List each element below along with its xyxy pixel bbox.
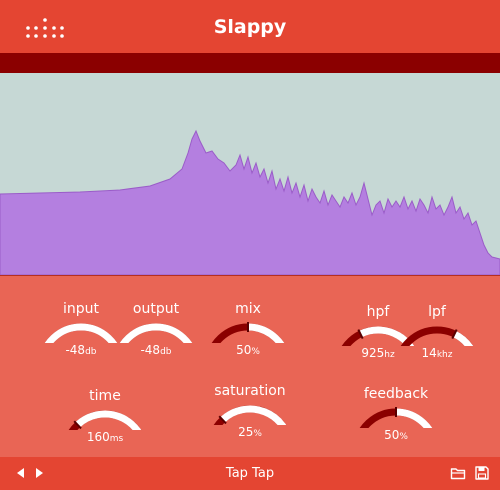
saturation-knob-value: 25%	[238, 425, 262, 439]
knob-fill	[44, 323, 118, 343]
time-knob-arc[interactable]	[65, 406, 145, 430]
mix-knob[interactable]: mix 50%	[205, 301, 291, 361]
preset-bar: Tap Tap	[0, 457, 500, 490]
spectrum-analyzer	[0, 73, 500, 276]
lpf-knob[interactable]: lpf 14khz	[394, 304, 480, 364]
lpf-knob-value: 14khz	[421, 346, 453, 360]
header-divider-bar	[0, 53, 500, 73]
spectrum-graph	[0, 129, 500, 276]
plugin-title: Slappy	[213, 16, 287, 38]
floppy-disk-icon[interactable]	[474, 465, 490, 481]
mix-knob-label: mix	[235, 301, 261, 317]
lpf-knob-arc[interactable]	[397, 322, 477, 346]
input-knob-value: -48db	[65, 343, 97, 357]
input-knob-label: input	[62, 301, 99, 317]
folder-icon[interactable]	[450, 465, 466, 481]
mix-knob-arc[interactable]	[208, 319, 288, 343]
time-knob[interactable]: time 160ms	[62, 388, 148, 448]
knob-fill	[247, 323, 285, 343]
lpf-knob-label: lpf	[428, 304, 446, 320]
feedback-knob-arc[interactable]	[356, 404, 436, 428]
controls-panel: input -48db output -48db mix 50% hpf 925…	[0, 275, 500, 458]
knob-fill	[452, 330, 474, 346]
time-knob-value: 160ms	[86, 430, 124, 444]
knob-fill	[75, 410, 142, 430]
title-bar: Slappy	[0, 0, 500, 53]
feedback-knob-label: feedback	[363, 386, 429, 402]
knob-fill	[119, 323, 193, 343]
output-knob-arc[interactable]	[116, 319, 196, 343]
feedback-knob-value: 50%	[384, 428, 408, 442]
saturation-knob-label: saturation	[214, 383, 286, 399]
plugin-window: Slappy input -48db output -48db mix 50% …	[0, 0, 500, 490]
feedback-knob[interactable]: feedback 50%	[353, 386, 439, 446]
knob-fill	[220, 405, 287, 425]
time-knob-label: time	[89, 388, 121, 404]
output-knob[interactable]: output -48db	[113, 301, 199, 361]
saturation-knob[interactable]: saturation 25%	[207, 383, 293, 443]
spectrum-fill	[0, 129, 500, 276]
input-knob-arc[interactable]	[41, 319, 121, 343]
saturation-knob-arc[interactable]	[210, 401, 290, 425]
mix-knob-value: 50%	[236, 343, 260, 357]
input-knob[interactable]: input -48db	[38, 301, 124, 361]
output-knob-label: output	[132, 301, 180, 317]
knob-fill	[395, 408, 433, 428]
preset-name[interactable]: Tap Tap	[0, 466, 500, 481]
output-knob-value: -48db	[140, 343, 172, 357]
